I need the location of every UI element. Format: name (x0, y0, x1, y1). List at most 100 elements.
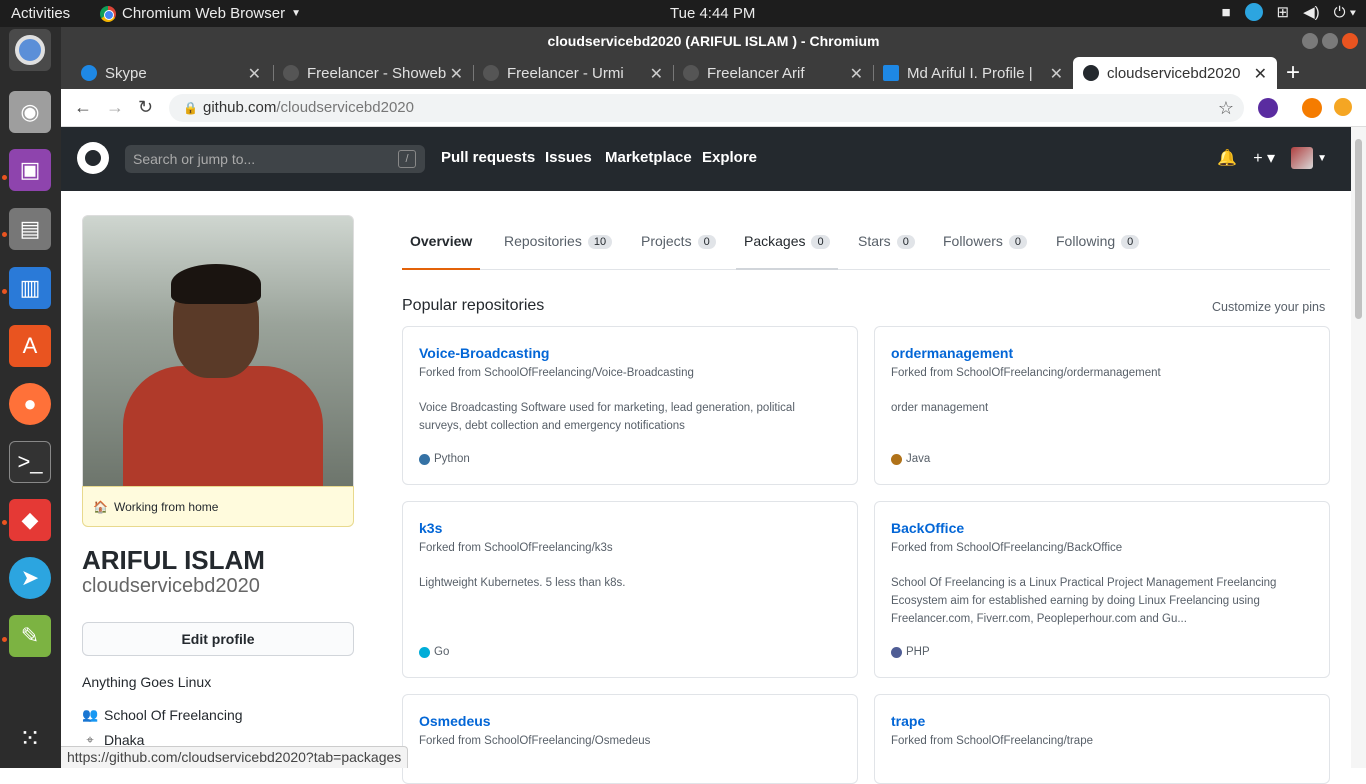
plus-dropdown-icon[interactable]: + ▾ (1253, 148, 1275, 168)
close-tab-icon[interactable]: ✕ (1254, 64, 1267, 84)
tab-freelancer-showeb[interactable]: Freelancer - Showeb ✕ (273, 57, 473, 89)
tab-freelancer-arif[interactable]: Freelancer Arif ✕ (673, 57, 873, 89)
new-tab-button[interactable]: + (1286, 59, 1300, 87)
repo-fork-source[interactable]: Forked from SchoolOfFreelancing/trape (891, 735, 1093, 747)
system-tray[interactable]: ■ ⊞ ◀) ⏻ ▾ (1221, 3, 1356, 21)
extension-icon[interactable] (1258, 98, 1278, 118)
window-title-bar[interactable]: cloudservicebd2020 (ARIFUL ISLAM ) - Chr… (61, 27, 1366, 55)
close-tab-icon[interactable]: ✕ (248, 64, 261, 84)
repo-name-link[interactable]: BackOffice (891, 520, 964, 536)
anydesk-icon[interactable]: ◆ (9, 499, 51, 541)
page-scrollbar[interactable] (1351, 127, 1366, 768)
telegram-icon[interactable]: ➤ (9, 557, 51, 599)
profile-photo[interactable] (82, 215, 354, 487)
tab-title: Md Ariful I. Profile | (907, 64, 1033, 82)
user-status[interactable]: 🏠 Working from home (82, 486, 354, 527)
minimize-button[interactable] (1302, 33, 1318, 49)
clock[interactable]: Tue 4:44 PM (670, 5, 755, 22)
house-icon: 🏠 (93, 499, 108, 514)
repo-card: trape Forked from SchoolOfFreelancing/tr… (874, 694, 1330, 784)
tab-stars[interactable]: Stars 0 (858, 233, 915, 270)
profile-username: cloudservicebd2020 (82, 575, 260, 597)
power-icon[interactable]: ⏻ ▾ (1334, 4, 1356, 21)
tab-github-active[interactable]: cloudservicebd2020 ✕ (1073, 57, 1277, 89)
close-tab-icon[interactable]: ✕ (450, 64, 463, 84)
bookmark-star-icon[interactable]: ☆ (1218, 94, 1234, 122)
tab-overview[interactable]: Overview (402, 233, 481, 270)
reload-icon[interactable]: ↻ (138, 97, 153, 118)
repo-name-link[interactable]: k3s (419, 520, 442, 536)
close-window-button[interactable] (1342, 33, 1358, 49)
running-indicator (2, 520, 7, 525)
repo-fork-source[interactable]: Forked from SchoolOfFreelancing/Voice-Br… (419, 367, 694, 379)
upwork-icon (883, 65, 899, 81)
repo-description: Voice Broadcasting Software used for mar… (419, 402, 795, 432)
lock-icon[interactable]: 🔒 (183, 94, 198, 122)
tab-label: Stars (858, 233, 891, 249)
edit-profile-button[interactable]: Edit profile (82, 622, 354, 656)
video-app-icon[interactable]: ▣ (9, 149, 51, 191)
repo-fork-source[interactable]: Forked from SchoolOfFreelancing/BackOffi… (891, 542, 1122, 554)
tab-label: Following (1056, 233, 1116, 249)
close-tab-icon[interactable]: ✕ (1050, 64, 1063, 84)
volume-icon[interactable]: ◀) (1303, 3, 1320, 21)
camera-icon[interactable]: ■ (1221, 4, 1230, 21)
repo-language: Java (891, 453, 930, 465)
tab-count: 0 (896, 235, 915, 249)
tab-freelancer-urmi[interactable]: Freelancer - Urmi ✕ (473, 57, 673, 89)
tab-skype[interactable]: Skype ✕ (71, 57, 271, 89)
terminal-icon[interactable]: >_ (9, 441, 51, 483)
tab-packages[interactable]: Packages 0 (736, 233, 838, 270)
address-bar[interactable]: 🔒 github.com/cloudservicebd2020 ☆ (169, 94, 1244, 122)
update-alert-icon[interactable] (1334, 98, 1352, 116)
tab-followers[interactable]: Followers 0 (943, 233, 1028, 270)
close-tab-icon[interactable]: ✕ (650, 64, 663, 84)
tab-projects[interactable]: Projects 0 (641, 233, 716, 270)
repo-name-link[interactable]: trape (891, 713, 925, 729)
customize-pins-link[interactable]: Customize your pins (1212, 300, 1325, 314)
url-path: /cloudservicebd2020 (276, 99, 414, 116)
repo-name-link[interactable]: ordermanagement (891, 345, 1013, 361)
repo-fork-source[interactable]: Forked from SchoolOfFreelancing/Osmedeus (419, 735, 650, 747)
user-menu[interactable]: ▼ (1291, 147, 1327, 169)
back-arrow-icon[interactable]: ← (74, 97, 92, 118)
language-name: PHP (906, 646, 930, 658)
nav-explore[interactable]: Explore (702, 149, 757, 166)
extension-info-icon[interactable] (1302, 98, 1322, 118)
maximize-button[interactable] (1322, 33, 1338, 49)
forward-arrow-icon[interactable]: → (106, 97, 124, 118)
repo-fork-source[interactable]: Forked from SchoolOfFreelancing/orderman… (891, 367, 1161, 379)
tab-following[interactable]: Following 0 (1056, 233, 1140, 270)
app-menu[interactable]: Chromium Web Browser ▼ (100, 5, 301, 22)
bell-icon[interactable]: 🔔 (1217, 148, 1237, 168)
repo-card: BackOffice Forked from SchoolOfFreelanci… (874, 501, 1330, 678)
repo-description: Lightweight Kubernetes. 5 less than k8s. (419, 577, 626, 589)
repo-name-link[interactable]: Voice-Broadcasting (419, 345, 549, 361)
telegram-tray-icon[interactable] (1244, 3, 1263, 21)
text-editor-icon[interactable]: ✎ (9, 615, 51, 657)
search-input[interactable]: Search or jump to... / (125, 145, 425, 173)
repo-fork-source[interactable]: Forked from SchoolOfFreelancing/k3s (419, 542, 613, 554)
scrollbar-thumb[interactable] (1355, 139, 1362, 319)
system-top-bar: Activities Chromium Web Browser ▼ Tue 4:… (0, 0, 1366, 27)
status-text: Working from home (113, 499, 219, 514)
document-app-icon[interactable]: ▥ (9, 267, 51, 309)
network-icon[interactable]: ⊞ (1277, 3, 1290, 21)
activities-button[interactable]: Activities (11, 5, 70, 22)
camera-app-icon[interactable]: ◉ (9, 91, 51, 133)
repo-name-link[interactable]: Osmedeus (419, 713, 491, 729)
tab-upwork-profile[interactable]: Md Ariful I. Profile | ✕ (873, 57, 1073, 89)
show-applications-icon[interactable]: ⁙ (9, 717, 51, 759)
nav-pull-requests[interactable]: Pull requests (441, 149, 535, 166)
nav-marketplace[interactable]: Marketplace (605, 149, 692, 166)
files-app-icon[interactable]: ▤ (9, 208, 51, 250)
chromium-dock-icon[interactable] (9, 29, 51, 71)
chevron-down-icon: ▼ (1317, 152, 1327, 164)
tab-repositories[interactable]: Repositories 10 (504, 233, 613, 270)
github-logo-icon[interactable] (77, 142, 109, 174)
close-tab-icon[interactable]: ✕ (850, 64, 863, 84)
firefox-icon[interactable]: ● (9, 383, 51, 425)
software-center-icon[interactable]: A (9, 325, 51, 367)
nav-issues[interactable]: Issues (545, 149, 592, 166)
globe-icon (283, 65, 299, 81)
